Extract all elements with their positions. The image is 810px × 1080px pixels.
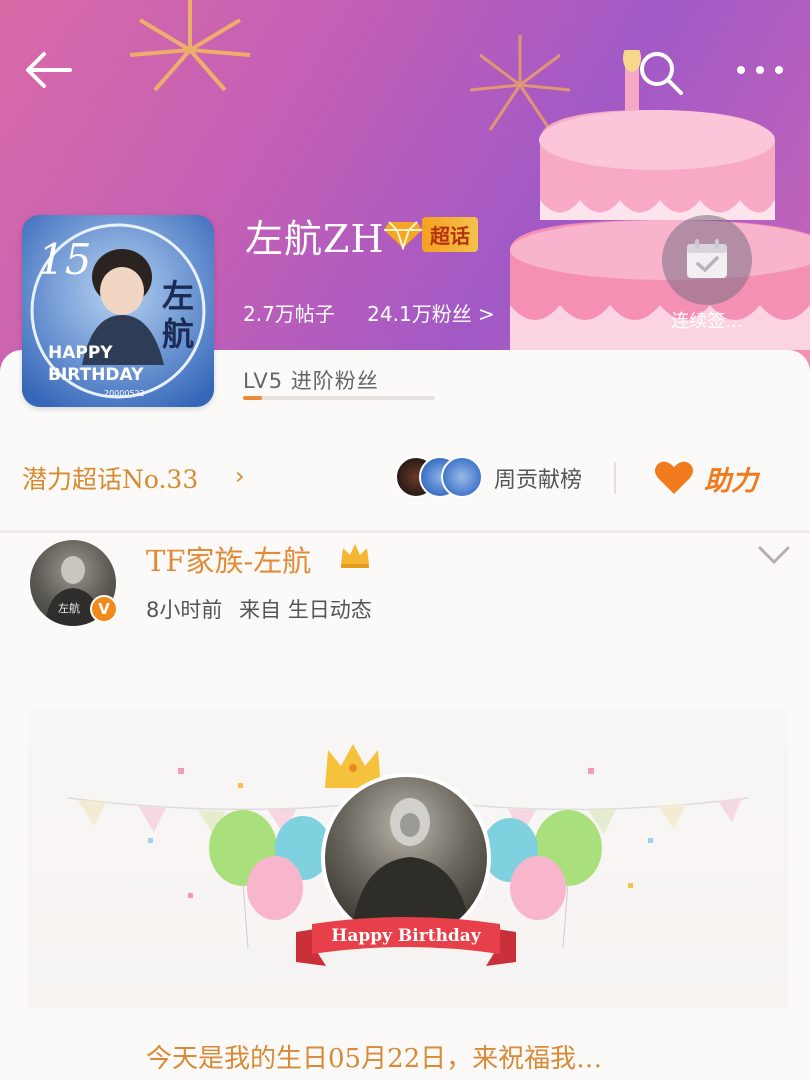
posts-count: 2.7万帖子 [243,302,335,326]
avatar-caption: 左航 [58,602,80,615]
help-label: 助力 [704,466,758,497]
post-options-button[interactable] [756,542,792,570]
post-author-name[interactable]: TF家族-左航 [146,538,311,580]
rank-chevron-icon: › [235,462,245,490]
rank-row: 潜力超话No.33 › 周贡献榜 助力 [22,456,792,500]
more-button[interactable] [733,52,787,88]
avatar-line2: BIRTHDAY [48,365,144,385]
avatar-date: 20000522 [104,389,145,398]
firework-decoration [129,0,251,92]
section-divider [0,530,810,533]
chevron-down-icon [758,546,790,565]
back-arrow-icon [26,52,72,88]
avatar-line1: HAPPY [48,343,113,363]
level-progress-bar [243,396,435,400]
topic-title: 左航ZH [245,217,385,261]
level-progress-fill [243,396,263,400]
super-topic-badge[interactable]: 超话 [422,217,478,252]
search-icon [640,52,683,95]
fans-count[interactable]: 24.1万粉丝 > [367,302,495,326]
post-time: 8小时前 [146,598,223,622]
avatar-number: 15 [38,235,92,284]
contributor-avatar [441,456,483,498]
potential-rank-link[interactable]: 潜力超话No.33 [22,460,198,496]
contributor-avatars[interactable] [395,456,483,500]
rank-divider [614,462,616,494]
help-button[interactable]: 助力 [654,456,784,500]
verified-badge: V [90,595,118,623]
topic-avatar[interactable]: 15 左航 HAPPY BIRTHDAY 20000522 [22,215,214,407]
birthday-ribbon-label: Happy Birthday [331,926,481,946]
calendar-check-icon [687,239,727,278]
back-button[interactable] [22,48,74,92]
avatar-name: 左航 [162,277,195,353]
weekly-contribution-link[interactable]: 周贡献榜 [494,462,582,494]
more-icon [737,66,783,74]
topic-stats: 2.7万帖子 24.1万粉丝 > [243,298,521,327]
fan-level[interactable]: LV5 进阶粉丝 [243,365,379,395]
heart-icon [655,461,693,494]
diamond-icon [384,221,422,250]
post-meta: 8小时前 来自 生日动态 [146,594,382,624]
post-content-text[interactable]: 今天是我的生日05月22日，来祝福我… [146,1038,602,1075]
checkin-label: 连续签... [671,311,743,332]
post-source: 来自 生日动态 [239,598,372,622]
checkin-circle [662,215,752,305]
crown-icon [341,544,369,568]
search-button[interactable] [636,48,686,98]
checkin-button[interactable]: 连续签... [660,215,754,333]
